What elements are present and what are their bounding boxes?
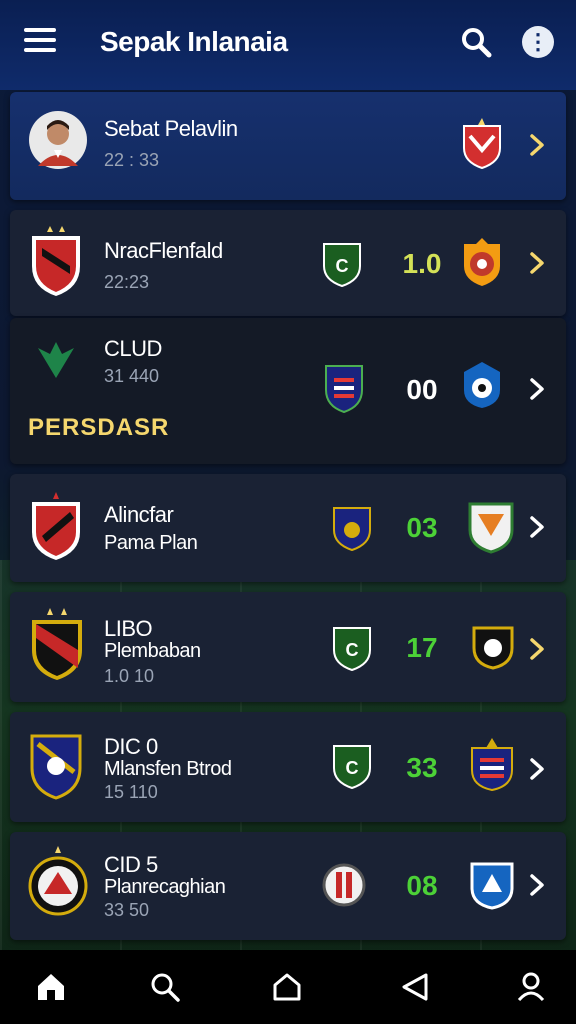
back-triangle-icon[interactable] bbox=[398, 970, 432, 1004]
club-crest-icon bbox=[470, 862, 514, 910]
match-score: 03 bbox=[406, 512, 438, 543]
match-card[interactable]: LIBO Plembaban 1.0 10 C 17 bbox=[10, 592, 566, 702]
player-time: 22 : 33 bbox=[104, 150, 160, 170]
house-outline-icon[interactable] bbox=[270, 970, 304, 1004]
svg-text:C: C bbox=[336, 256, 349, 276]
match-score: 1.0 bbox=[402, 248, 442, 279]
match-card[interactable]: CLUD 31 440 PERSDASR 00 bbox=[10, 318, 566, 464]
chevron-right-icon[interactable] bbox=[526, 378, 548, 400]
club-crest-icon bbox=[322, 863, 366, 907]
chevron-right-icon[interactable] bbox=[526, 516, 548, 538]
more-vertical-icon[interactable]: ⋮ bbox=[522, 26, 554, 58]
club-crest-icon bbox=[463, 118, 501, 170]
avatar bbox=[29, 111, 87, 169]
club-crest-icon bbox=[472, 626, 514, 670]
club-crest-icon bbox=[325, 365, 363, 414]
chevron-right-icon[interactable] bbox=[526, 874, 548, 896]
match-score: 17 bbox=[406, 632, 438, 663]
chevron-right-icon[interactable] bbox=[526, 758, 548, 780]
match-card[interactable]: CID 5 Planrecaghian 33 50 08 bbox=[10, 832, 566, 940]
profile-icon[interactable] bbox=[514, 970, 548, 1004]
match-time: 31 440 bbox=[104, 366, 160, 386]
chevron-right-icon[interactable] bbox=[526, 638, 548, 660]
club-crest-icon bbox=[464, 238, 500, 286]
club-crest-icon bbox=[468, 502, 514, 554]
menu-icon[interactable] bbox=[24, 28, 56, 56]
match-time: 1.0 10 bbox=[104, 666, 155, 686]
chevron-right-icon[interactable] bbox=[526, 252, 548, 274]
match-subtitle: Pama Plan bbox=[104, 532, 198, 554]
club-crest-icon bbox=[30, 734, 82, 800]
club-crest-icon bbox=[471, 738, 513, 792]
match-name: LIBO bbox=[104, 616, 153, 641]
match-score: 00 bbox=[406, 374, 438, 405]
club-crest-icon bbox=[28, 846, 88, 916]
svg-text:C: C bbox=[346, 640, 359, 660]
match-card[interactable]: Alincfar Pama Plan 03 bbox=[10, 474, 566, 582]
match-name: CLUD bbox=[104, 336, 162, 361]
home-icon[interactable] bbox=[34, 970, 68, 1004]
svg-text:C: C bbox=[346, 758, 359, 778]
promo-label: PERSDASR bbox=[28, 414, 170, 441]
bottom-navigation bbox=[0, 950, 576, 1024]
leaf-crest-icon bbox=[38, 342, 74, 378]
featured-player-card[interactable]: Sebat Pelavlin 22 : 33 bbox=[10, 92, 566, 200]
club-crest-icon bbox=[32, 492, 80, 560]
club-crest-icon bbox=[333, 507, 371, 552]
club-crest-icon: C bbox=[333, 745, 371, 790]
search-icon[interactable] bbox=[460, 26, 492, 58]
match-subtitle: Mlansfen Btrod bbox=[104, 758, 232, 780]
match-card[interactable]: NracFlenfald 22:23 C 1.0 bbox=[10, 210, 566, 316]
match-name: DIC 0 bbox=[104, 734, 158, 759]
club-crest-icon bbox=[464, 362, 500, 408]
chevron-right-icon[interactable] bbox=[526, 134, 548, 156]
match-name: Alincfar bbox=[104, 502, 174, 527]
match-score: 33 bbox=[406, 752, 438, 783]
search-icon[interactable] bbox=[148, 970, 182, 1004]
match-subtitle: Planrecaghian bbox=[104, 876, 226, 898]
match-name: CID 5 bbox=[104, 852, 158, 877]
app-header: Sepak Inlanaia ⋮ bbox=[0, 0, 576, 90]
match-name: NracFlenfald bbox=[104, 238, 223, 263]
club-crest-icon bbox=[32, 226, 80, 296]
match-time: 33 50 bbox=[104, 900, 150, 920]
match-time: 15 110 bbox=[104, 782, 158, 802]
player-name: Sebat Pelavlin bbox=[104, 116, 238, 141]
match-card[interactable]: DIC 0 Mlansfen Btrod 15 110 C 33 bbox=[10, 712, 566, 822]
club-crest-icon: C bbox=[323, 243, 361, 288]
match-subtitle: Plembaban bbox=[104, 640, 201, 662]
app-title: Sepak Inlanaia bbox=[100, 26, 288, 57]
club-crest-icon: C bbox=[333, 627, 371, 672]
club-crest-icon bbox=[32, 608, 82, 680]
match-time: 22:23 bbox=[104, 272, 150, 292]
match-score: 08 bbox=[406, 870, 438, 901]
